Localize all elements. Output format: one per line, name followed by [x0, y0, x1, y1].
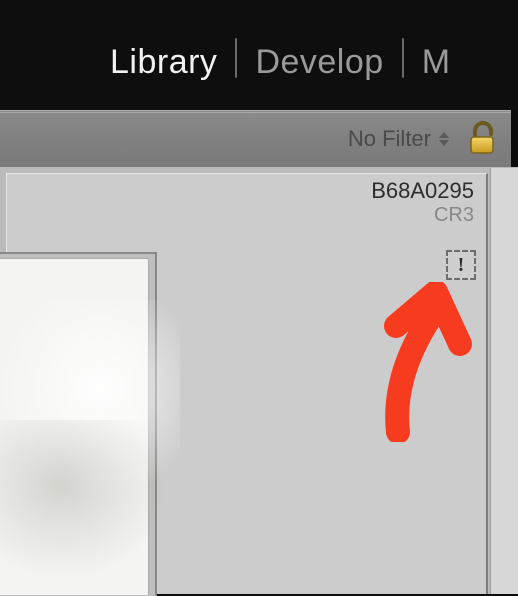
tab-partial[interactable]: M: [422, 43, 451, 82]
module-bar: Library Develop M: [0, 0, 518, 110]
cell-file-format: CR3: [434, 204, 474, 227]
library-filter-bar: No Filter: [0, 110, 511, 168]
tab-library[interactable]: Library: [110, 43, 217, 82]
exclamation-icon: !: [458, 255, 465, 275]
filter-lock-icon[interactable]: [465, 119, 499, 159]
updown-arrows-icon: [439, 132, 449, 146]
filter-preset-dropdown[interactable]: No Filter: [348, 111, 449, 167]
scrollbar-track[interactable]: [490, 168, 518, 594]
tab-divider: [235, 38, 237, 78]
thumbnail-image[interactable]: [0, 260, 146, 594]
missing-file-icon[interactable]: !: [446, 250, 476, 280]
filter-preset-label: No Filter: [348, 126, 431, 152]
cell-filename: B68A0295: [371, 178, 474, 204]
module-tabs: Library Develop M: [110, 38, 451, 82]
tab-divider: [402, 38, 404, 78]
tab-develop[interactable]: Develop: [255, 43, 383, 82]
